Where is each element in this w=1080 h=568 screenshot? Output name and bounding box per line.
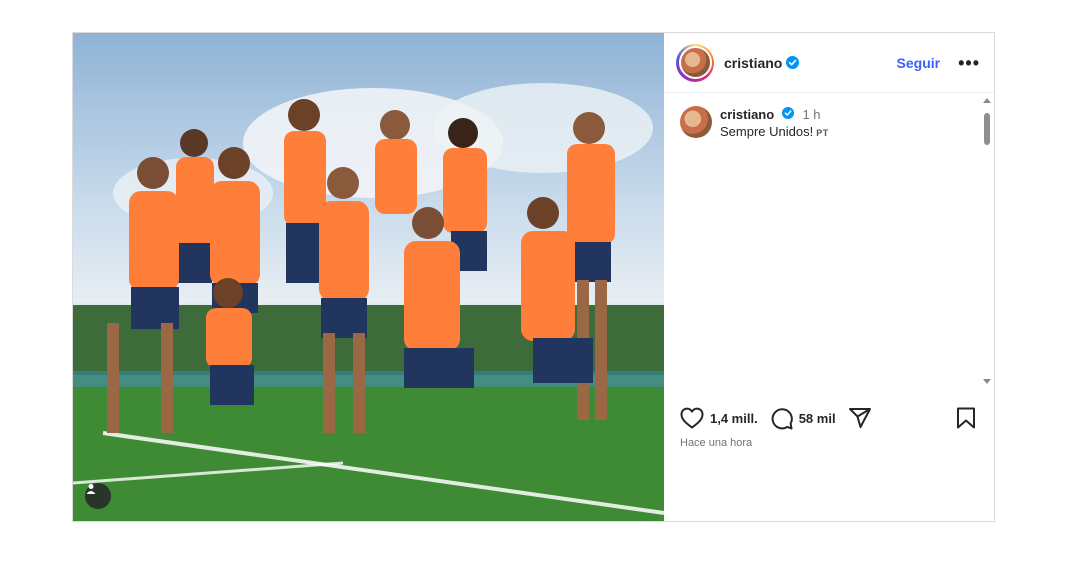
verified-badge-icon — [781, 107, 794, 119]
caption-message: Sempre Unidos! — [720, 124, 814, 139]
post-header: cristiano Seguir ••• — [664, 33, 994, 93]
post-photo[interactable] — [73, 33, 664, 521]
profile-avatar[interactable] — [676, 43, 714, 82]
post-sidebar: cristiano Seguir ••• cristiano 1 h Sempr… — [664, 33, 994, 521]
post-timestamp[interactable]: Hace una hora — [680, 437, 752, 449]
bookmark-icon — [957, 407, 975, 429]
caption-time[interactable]: 1 h — [802, 107, 820, 122]
verified-badge-icon — [786, 56, 800, 69]
caption-avatar[interactable] — [680, 106, 712, 138]
save-button[interactable] — [956, 407, 976, 429]
caption-text: Sempre Unidos! PT — [720, 123, 829, 142]
caption-username[interactable]: cristiano — [720, 107, 774, 122]
like-button[interactable]: 1,4 mill. — [680, 407, 758, 429]
comment-button[interactable]: 58 mil — [770, 407, 836, 430]
like-count[interactable]: 1,4 mill. — [710, 411, 758, 426]
instagram-post: cristiano Seguir ••• cristiano 1 h Sempr… — [72, 32, 995, 522]
comments-scrollbar[interactable] — [982, 96, 992, 386]
follow-button[interactable]: Seguir — [897, 55, 941, 71]
scroll-thumb[interactable] — [984, 113, 990, 145]
comment-count[interactable]: 58 mil — [799, 411, 836, 426]
scroll-down-arrow-icon[interactable] — [983, 379, 991, 384]
comment-icon — [771, 407, 793, 429]
more-options-icon[interactable]: ••• — [958, 54, 980, 72]
caption-lang-badge: PT — [816, 128, 829, 138]
scroll-up-arrow-icon[interactable] — [983, 98, 991, 103]
header-username[interactable]: cristiano — [724, 55, 782, 71]
team-photo-illustration — [73, 83, 664, 521]
share-icon — [848, 408, 871, 428]
person-tag-icon[interactable] — [85, 483, 111, 509]
post-actions: 1,4 mill. 58 mil — [664, 403, 994, 433]
share-button[interactable] — [848, 407, 872, 429]
caption-row: cristiano 1 h Sempre Unidos! PT — [664, 94, 994, 142]
comments-section: cristiano 1 h Sempre Unidos! PT — [664, 94, 994, 388]
heart-icon — [680, 407, 704, 429]
